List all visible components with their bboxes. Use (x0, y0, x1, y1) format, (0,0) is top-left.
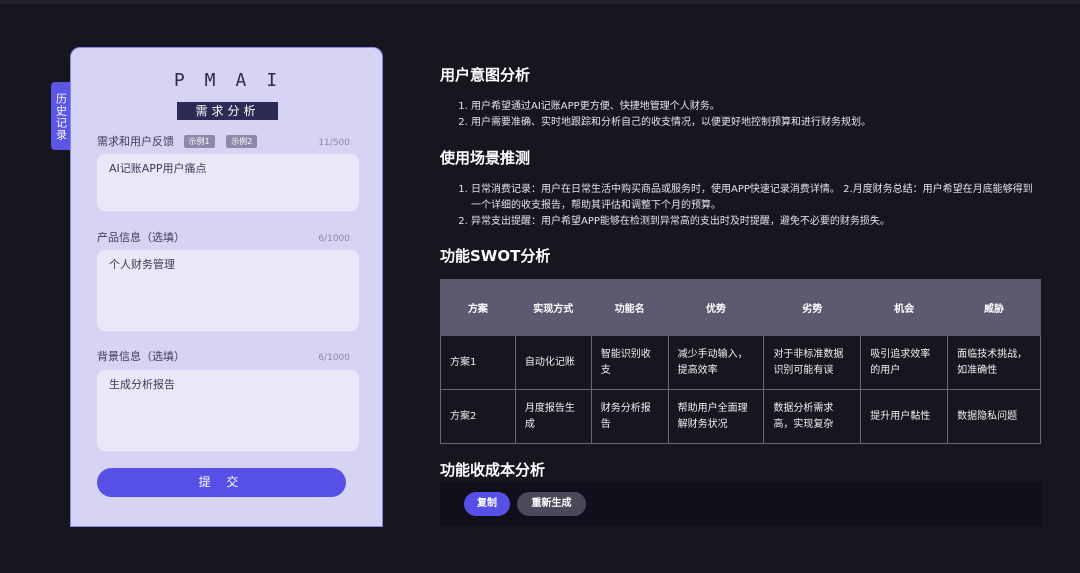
product-info-counter: 6/1000 (318, 234, 350, 244)
feedback-counter: 11/500 (318, 138, 350, 148)
history-tab[interactable]: 历史记录 (51, 82, 70, 150)
swot-heading: 功能SWOT分析 (440, 247, 551, 265)
cost-analysis-heading: 功能收成本分析 (440, 461, 546, 479)
swot-table: 方案 实现方式 功能名 优势 劣势 机会 威胁 方案1 自动化记账 智能识别收支… (440, 279, 1041, 444)
intent-analysis-heading: 用户意图分析 (440, 66, 531, 84)
regenerate-button[interactable]: 重新生成 (517, 492, 586, 516)
column-header: 机会 (860, 279, 949, 336)
example-2-chip[interactable]: 示例2 (226, 135, 258, 148)
table-cell: 方案1 (440, 335, 516, 390)
scenario-list: 日常消费记录：用户在日常生活中购买商品或服务时，使用APP快速记录消费详情。 2… (440, 182, 1042, 230)
table-row: 方案2 月度报告生成 财务分析报告 帮助用户全面理解财务状况 数据分析需求高，实… (440, 389, 1041, 444)
table-cell: 方案2 (440, 389, 516, 444)
table-header-row: 方案 实现方式 功能名 优势 劣势 机会 威胁 (440, 279, 1041, 336)
column-header: 实现方式 (514, 279, 592, 336)
table-cell: 吸引追求效率的用户 (860, 335, 949, 390)
column-header: 劣势 (763, 279, 862, 336)
table-cell: 数据隐私问题 (947, 389, 1041, 444)
list-item: 异常支出提醒：用户希望APP能够在检测到异常高的支出时及时提醒，避免不必要的财务… (471, 214, 1042, 230)
feedback-textarea[interactable]: AI记账APP用户痛点 (97, 154, 359, 211)
feedback-field-label: 需求和用户反馈 示例1 示例2 (97, 133, 258, 149)
column-header: 优势 (667, 279, 765, 336)
product-info-textarea[interactable]: 个人财务管理 (97, 250, 359, 331)
feedback-label-text: 需求和用户反馈 (97, 135, 174, 148)
result-action-bar: 复制 重新生成 (440, 482, 1042, 526)
table-row: 方案1 自动化记账 智能识别收支 减少手动输入，提高效率 对于非标准数据识别可能… (440, 335, 1041, 390)
example-1-chip[interactable]: 示例1 (183, 135, 215, 148)
table-cell: 月度报告生成 (514, 389, 592, 444)
intent-list: 用户希望通过AI记账APP更方便、快捷地管理个人财务。 用户需要准确、实时地跟踪… (440, 99, 1042, 131)
table-cell: 面临技术挑战，如准确性 (947, 335, 1041, 390)
scenario-heading: 使用场景推测 (440, 149, 531, 167)
pmai-logo: PMAI (173, 70, 298, 91)
submit-button[interactable]: 提 交 (97, 468, 346, 497)
copy-button[interactable]: 复制 (464, 492, 510, 516)
table-cell: 减少手动输入，提高效率 (667, 335, 765, 390)
top-bar (0, 0, 1080, 4)
table-cell: 财务分析报告 (590, 389, 669, 444)
form-section-title: 需求分析 (177, 102, 278, 120)
column-header: 功能名 (590, 279, 669, 336)
list-item: 用户希望通过AI记账APP更方便、快捷地管理个人财务。 (471, 99, 1042, 115)
requirement-form-panel: PMAI 需求分析 需求和用户反馈 示例1 示例2 11/500 AI记账APP… (70, 47, 383, 527)
list-item: 用户需要准确、实时地跟踪和分析自己的收支情况，以便更好地控制预算和进行财务规划。 (471, 115, 1042, 131)
table-cell: 提升用户黏性 (860, 389, 949, 444)
background-info-counter: 6/1000 (318, 353, 350, 363)
background-info-label: 背景信息（选填） (97, 350, 185, 363)
table-cell: 智能识别收支 (590, 335, 669, 390)
table-cell: 帮助用户全面理解财务状况 (667, 389, 765, 444)
table-cell: 自动化记账 (514, 335, 592, 390)
background-info-textarea[interactable]: 生成分析报告 (97, 370, 359, 451)
table-cell: 数据分析需求高，实现复杂 (763, 389, 862, 444)
column-header: 威胁 (947, 279, 1041, 336)
table-cell: 对于非标准数据识别可能有误 (763, 335, 862, 390)
list-item: 日常消费记录：用户在日常生活中购买商品或服务时，使用APP快速记录消费详情。 2… (471, 182, 1042, 214)
product-info-label: 产品信息（选填） (97, 231, 185, 244)
column-header: 方案 (440, 279, 516, 336)
